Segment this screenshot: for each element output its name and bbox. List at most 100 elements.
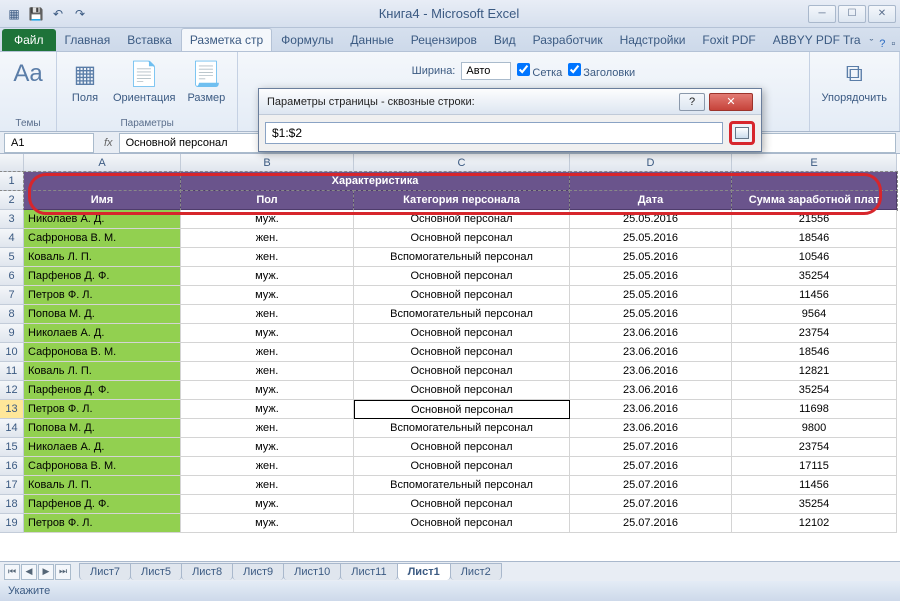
sheet-tab[interactable]: Лист2	[450, 563, 502, 580]
cell-gender[interactable]: муж.	[181, 210, 354, 229]
cell-salary[interactable]: 11456	[732, 286, 897, 305]
row-header[interactable]: 11	[0, 362, 24, 381]
cell-gender[interactable]: муж.	[181, 267, 354, 286]
cell-date[interactable]: 23.06.2016	[570, 400, 732, 419]
save-icon[interactable]: 💾	[26, 4, 46, 24]
cell-category[interactable]: Вспомогательный персонал	[354, 305, 570, 324]
cell-category[interactable]: Основной персонал	[354, 438, 570, 457]
sheet-tab[interactable]: Лист7	[79, 563, 131, 580]
row-header[interactable]: 16	[0, 457, 24, 476]
column-header[interactable]: C	[354, 154, 570, 172]
cell-name[interactable]: Петров Ф. Л.	[24, 286, 181, 305]
cell-category[interactable]: Основной персонал	[354, 343, 570, 362]
excel-icon[interactable]: ▦	[4, 4, 24, 24]
cell-gender[interactable]: жен.	[181, 476, 354, 495]
cell-category[interactable]: Основной персонал	[354, 381, 570, 400]
cell-salary[interactable]: 11456	[732, 476, 897, 495]
cell-salary[interactable]: 21556	[732, 210, 897, 229]
row-header[interactable]: 13	[0, 400, 24, 419]
cell-date[interactable]: 23.06.2016	[570, 362, 732, 381]
cell-gender[interactable]: жен.	[181, 229, 354, 248]
tab-prev-icon[interactable]: ◀	[21, 564, 37, 580]
cell-salary[interactable]: 35254	[732, 495, 897, 514]
ribbon-tab[interactable]: Разработчик	[525, 29, 611, 51]
cell-gender[interactable]: жен.	[181, 362, 354, 381]
row-header[interactable]: 9	[0, 324, 24, 343]
cell-name[interactable]: Попова М. Д.	[24, 305, 181, 324]
column-header[interactable]: E	[732, 154, 897, 172]
cell-gender[interactable]: жен.	[181, 419, 354, 438]
cell-gender[interactable]: жен.	[181, 457, 354, 476]
ribbon-minimize-icon[interactable]: ˇ	[870, 38, 874, 51]
cell-category[interactable]: Основной персонал	[354, 286, 570, 305]
row-header[interactable]: 14	[0, 419, 24, 438]
column-header[interactable]: B	[181, 154, 354, 172]
cell-date[interactable]: 25.05.2016	[570, 267, 732, 286]
cell-category[interactable]: Вспомогательный персонал	[354, 476, 570, 495]
ribbon-tab[interactable]: Вставка	[119, 29, 180, 51]
row-header[interactable]: 17	[0, 476, 24, 495]
name-box[interactable]: A1	[4, 133, 94, 153]
minimize-button[interactable]: ─	[808, 5, 836, 23]
cell-salary[interactable]: 12102	[732, 514, 897, 533]
ribbon-tab[interactable]: ABBYY PDF Tra	[765, 29, 869, 51]
row-header[interactable]: 1	[0, 172, 24, 191]
cell-category[interactable]: Основной персонал	[354, 229, 570, 248]
redo-icon[interactable]: ↷	[70, 4, 90, 24]
cell-category[interactable]: Вспомогательный персонал	[354, 419, 570, 438]
cell-date[interactable]: 23.06.2016	[570, 324, 732, 343]
orientation-button[interactable]: 📄Ориентация	[111, 56, 177, 106]
tab-first-icon[interactable]: ⏮	[4, 564, 20, 580]
ribbon-tab[interactable]: Разметка стр	[181, 28, 272, 51]
arrange-button[interactable]: ⧉Упорядочить	[820, 56, 889, 106]
cell-salary[interactable]: 18546	[732, 343, 897, 362]
sheet-tab[interactable]: Лист10	[283, 563, 341, 580]
cell-gender[interactable]: муж.	[181, 438, 354, 457]
sheet-tab[interactable]: Лист5	[130, 563, 182, 580]
cell-name[interactable]: Коваль Л. П.	[24, 362, 181, 381]
cell-salary[interactable]: 10546	[732, 248, 897, 267]
cell-name[interactable]: Николаев А. Д.	[24, 324, 181, 343]
cell-gender[interactable]: муж.	[181, 286, 354, 305]
undo-icon[interactable]: ↶	[48, 4, 68, 24]
sheet-tab[interactable]: Лист1	[397, 563, 451, 580]
cell-date[interactable]: 25.07.2016	[570, 495, 732, 514]
cell-salary[interactable]: 18546	[732, 229, 897, 248]
cell-name[interactable]: Парфенов Д. Ф.	[24, 267, 181, 286]
row-header[interactable]: 5	[0, 248, 24, 267]
cell-name[interactable]: Николаев А. Д.	[24, 210, 181, 229]
cell-name[interactable]: Коваль Л. П.	[24, 476, 181, 495]
cell-date[interactable]: 23.06.2016	[570, 343, 732, 362]
row-header[interactable]: 19	[0, 514, 24, 533]
dialog-close-button[interactable]: ✕	[709, 93, 753, 111]
row-header[interactable]: 2	[0, 191, 24, 210]
cell-category[interactable]: Основной персонал	[354, 324, 570, 343]
cell-category[interactable]: Основной персонал	[354, 457, 570, 476]
ribbon-tab[interactable]: Foxit PDF	[694, 29, 763, 51]
cell-date[interactable]: 25.05.2016	[570, 305, 732, 324]
cell-category[interactable]: Основной персонал	[354, 267, 570, 286]
grid-checkbox[interactable]: Сетка	[517, 63, 562, 79]
sheet-tab[interactable]: Лист8	[181, 563, 233, 580]
cell-name[interactable]: Сафронова В. М.	[24, 457, 181, 476]
cell-name[interactable]: Попова М. Д.	[24, 419, 181, 438]
margins-button[interactable]: ▦Поля	[67, 56, 103, 106]
cell-gender[interactable]: жен.	[181, 343, 354, 362]
sheet-tab[interactable]: Лист9	[232, 563, 284, 580]
file-tab[interactable]: Файл	[2, 29, 56, 51]
column-header[interactable]: D	[570, 154, 732, 172]
sheet-tab[interactable]: Лист11	[340, 563, 397, 580]
cell-category[interactable]: Основной персонал	[354, 400, 570, 419]
cell-name[interactable]: Петров Ф. Л.	[24, 514, 181, 533]
cell-salary[interactable]: 35254	[732, 267, 897, 286]
cell-name[interactable]: Парфенов Д. Ф.	[24, 495, 181, 514]
close-button[interactable]: ✕	[868, 5, 896, 23]
row-header[interactable]: 12	[0, 381, 24, 400]
width-input[interactable]	[461, 62, 511, 80]
cell-salary[interactable]: 17115	[732, 457, 897, 476]
cell-gender[interactable]: муж.	[181, 324, 354, 343]
ribbon-tab[interactable]: Главная	[57, 29, 119, 51]
cell-gender[interactable]: муж.	[181, 495, 354, 514]
cell-salary[interactable]: 9800	[732, 419, 897, 438]
row-header[interactable]: 6	[0, 267, 24, 286]
